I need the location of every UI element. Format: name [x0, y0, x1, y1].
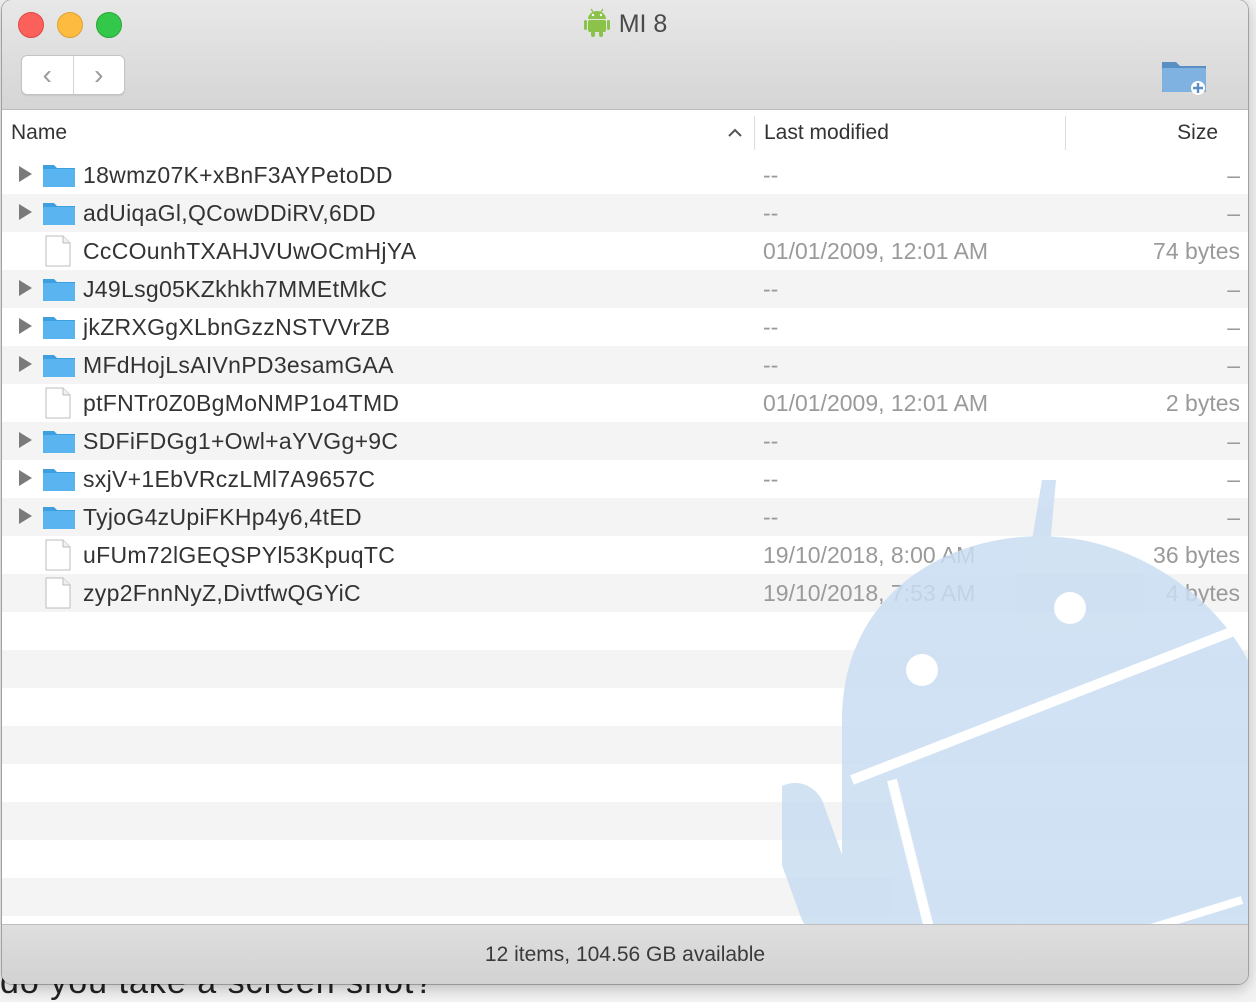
title-bar: MI 8 ‹ ›: [2, 0, 1248, 110]
file-last-modified: 01/01/2009, 12:01 AM: [763, 238, 988, 265]
navigation-buttons: ‹ ›: [21, 55, 125, 95]
file-name: ptFNTr0Z0BgMoNMP1o4TMD: [83, 390, 399, 417]
file-row[interactable]: ptFNTr0Z0BgMoNMP1o4TMD 01/01/2009, 12:01 …: [2, 384, 1248, 422]
document-icon: [45, 539, 71, 571]
column-separator[interactable]: [1065, 116, 1066, 150]
android-icon: [583, 8, 611, 38]
sort-ascending-icon[interactable]: [726, 124, 744, 142]
new-folder-icon[interactable]: [1160, 56, 1210, 96]
column-separator[interactable]: [754, 116, 755, 150]
file-size: –: [1227, 352, 1240, 379]
android-file-transfer-window: MI 8 ‹ › Name Last modified Size 18wmz07…: [2, 0, 1248, 984]
file-last-modified: 01/01/2009, 12:01 AM: [763, 390, 988, 417]
disclosure-triangle-icon[interactable]: [19, 318, 32, 334]
column-size[interactable]: Size: [1177, 121, 1218, 145]
file-last-modified: --: [763, 504, 778, 531]
chevron-right-icon: ›: [94, 59, 103, 91]
empty-row: [2, 612, 1248, 650]
folder-icon: [42, 162, 76, 188]
file-last-modified: --: [763, 276, 778, 303]
file-name: zyp2FnnNyZ,DivtfwQGYiC: [83, 580, 361, 607]
folder-icon: [42, 314, 76, 340]
folder-icon: [42, 466, 76, 492]
file-name: adUiqaGl,QCowDDiRV,6DD: [83, 200, 376, 227]
file-size: 74 bytes: [1153, 238, 1240, 265]
file-size: –: [1227, 162, 1240, 189]
folder-row[interactable]: 18wmz07K+xBnF3AYPetoDD -- –: [2, 156, 1248, 194]
disclosure-triangle-icon[interactable]: [19, 508, 32, 524]
file-name: jkZRXGgXLbnGzzNSTVVrZB: [83, 314, 390, 341]
disclosure-triangle-icon[interactable]: [19, 280, 32, 296]
forward-button[interactable]: ›: [73, 56, 125, 94]
file-name: CcCOunhTXAHJVUwOCmHjYA: [83, 238, 416, 265]
folder-icon: [42, 276, 76, 302]
file-last-modified: 19/10/2018, 7:53 AM: [763, 580, 975, 607]
file-last-modified: --: [763, 352, 778, 379]
file-size: –: [1227, 466, 1240, 493]
folder-icon: [42, 200, 76, 226]
file-name: SDFiFDGg1+Owl+aYVGg+9C: [83, 428, 398, 455]
file-name: sxjV+1EbVRczLMl7A9657C: [83, 466, 375, 493]
folder-row[interactable]: MFdHojLsAIVnPD3esamGAA -- –: [2, 346, 1248, 384]
folder-row[interactable]: TyjoG4zUpiFKHp4y6,4tED -- –: [2, 498, 1248, 536]
folder-row[interactable]: jkZRXGgXLbnGzzNSTVVrZB -- –: [2, 308, 1248, 346]
file-size: 4 bytes: [1166, 580, 1240, 607]
status-bar: 12 items, 104.56 GB available: [2, 924, 1248, 984]
empty-row: [2, 764, 1248, 802]
file-last-modified: --: [763, 466, 778, 493]
document-icon: [45, 577, 71, 609]
file-size: –: [1227, 314, 1240, 341]
folder-icon: [42, 428, 76, 454]
file-row[interactable]: uFUm72lGEQSPYl53KpuqTC 19/10/2018, 8:00 A…: [2, 536, 1248, 574]
empty-row: [2, 688, 1248, 726]
disclosure-triangle-icon[interactable]: [19, 204, 32, 220]
empty-row: [2, 650, 1248, 688]
folder-icon: [42, 352, 76, 378]
file-name: 18wmz07K+xBnF3AYPetoDD: [83, 162, 393, 189]
disclosure-triangle-icon[interactable]: [19, 432, 32, 448]
folder-row[interactable]: adUiqaGl,QCowDDiRV,6DD -- –: [2, 194, 1248, 232]
folder-row[interactable]: SDFiFDGg1+Owl+aYVGg+9C -- –: [2, 422, 1248, 460]
empty-row: [2, 840, 1248, 878]
file-last-modified: --: [763, 200, 778, 227]
column-name[interactable]: Name: [11, 121, 67, 145]
file-name: uFUm72lGEQSPYl53KpuqTC: [83, 542, 395, 569]
chevron-left-icon: ‹: [43, 59, 52, 91]
file-size: –: [1227, 428, 1240, 455]
file-size: 36 bytes: [1153, 542, 1240, 569]
file-name: TyjoG4zUpiFKHp4y6,4tED: [83, 504, 362, 531]
disclosure-triangle-icon[interactable]: [19, 166, 32, 182]
file-last-modified: 19/10/2018, 8:00 AM: [763, 542, 975, 569]
file-size: –: [1227, 276, 1240, 303]
file-size: –: [1227, 504, 1240, 531]
empty-row: [2, 802, 1248, 840]
file-last-modified: --: [763, 162, 778, 189]
file-row[interactable]: zyp2FnnNyZ,DivtfwQGYiC 19/10/2018, 7:53 A…: [2, 574, 1248, 612]
disclosure-triangle-icon[interactable]: [19, 470, 32, 486]
file-row[interactable]: CcCOunhTXAHJVUwOCmHjYA 01/01/2009, 12:01 …: [2, 232, 1248, 270]
file-name: MFdHojLsAIVnPD3esamGAA: [83, 352, 394, 379]
file-list: 18wmz07K+xBnF3AYPetoDD--–adUiqaGl,QCowDD…: [2, 156, 1248, 924]
file-name: J49Lsg05KZkhkh7MMEtMkC: [83, 276, 387, 303]
empty-row: [2, 726, 1248, 764]
file-size: 2 bytes: [1166, 390, 1240, 417]
file-size: –: [1227, 200, 1240, 227]
folder-icon: [42, 504, 76, 530]
window-title: MI 8: [619, 10, 668, 38]
back-button[interactable]: ‹: [22, 56, 73, 94]
empty-row: [2, 878, 1248, 916]
folder-row[interactable]: sxjV+1EbVRczLMl7A9657C -- –: [2, 460, 1248, 498]
file-last-modified: --: [763, 314, 778, 341]
document-icon: [45, 387, 71, 419]
disclosure-triangle-icon[interactable]: [19, 356, 32, 372]
column-last-modified[interactable]: Last modified: [764, 121, 889, 145]
folder-row[interactable]: J49Lsg05KZkhkh7MMEtMkC -- –: [2, 270, 1248, 308]
column-header: Name Last modified Size: [2, 110, 1248, 156]
document-icon: [45, 235, 71, 267]
file-last-modified: --: [763, 428, 778, 455]
window-title-area: MI 8: [2, 8, 1248, 39]
